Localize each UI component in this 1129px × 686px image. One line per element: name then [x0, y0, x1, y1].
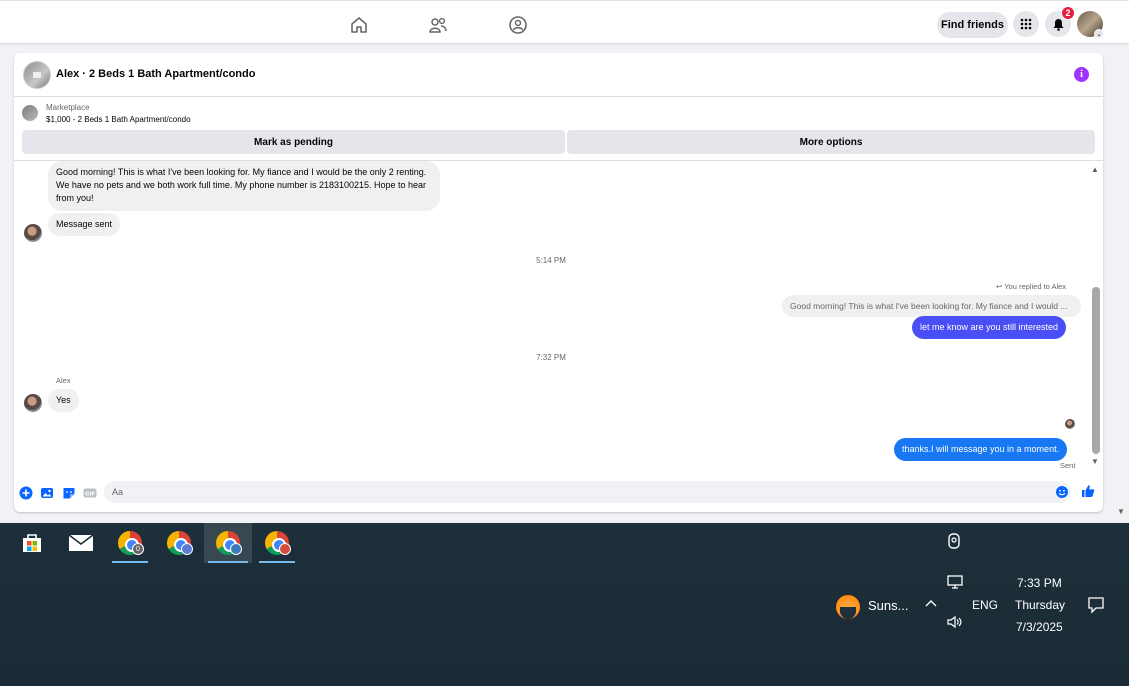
emoji-icon[interactable] [1055, 485, 1069, 499]
home-icon[interactable] [349, 15, 369, 35]
clock-day[interactable]: Thursday [1015, 598, 1065, 612]
chrome-profile-avatar-icon [230, 543, 242, 555]
menu-grid-icon[interactable] [1013, 11, 1039, 37]
mark-as-pending-button[interactable]: Mark as pending [22, 130, 565, 154]
notification-count-badge: 2 [1061, 6, 1075, 20]
running-indicator [259, 561, 295, 563]
scroll-thumb[interactable] [1092, 287, 1100, 454]
chrome-profile-avatar-icon [181, 543, 193, 555]
incoming-message: Good morning! This is what I've been loo… [48, 161, 440, 211]
groups-icon[interactable] [508, 15, 528, 35]
chat-header: Alex · 2 Beds 1 Bath Apartment/condo i [14, 53, 1103, 97]
listing-thumbnail[interactable] [23, 61, 51, 89]
sender-avatar[interactable] [24, 224, 42, 242]
gif-icon[interactable]: GIF [83, 486, 97, 500]
find-friends-button[interactable]: Find friends [937, 12, 1008, 38]
weather-sunny-icon[interactable] [836, 595, 860, 619]
chrome-profile-badge: 0 [132, 543, 144, 555]
chrome-profile-2[interactable] [204, 523, 252, 563]
input-language[interactable]: ENG [972, 598, 998, 612]
show-hidden-icons-chevron-icon[interactable] [924, 597, 938, 611]
chrome-profile-1[interactable] [157, 523, 201, 563]
replied-label: You replied to Alex [1004, 282, 1067, 291]
sender-name: Alex [56, 376, 71, 385]
clock-time[interactable]: 7:33 PM [1017, 576, 1062, 590]
message-thread: Good morning! This is what I've been loo… [14, 161, 1103, 475]
chat-title[interactable]: Alex · 2 Beds 1 Bath Apartment/condo [56, 68, 255, 80]
listing-price-title[interactable]: $1,000 - 2 Beds 1 Bath Apartment/condo [46, 115, 191, 124]
thumbs-up-icon[interactable] [1081, 484, 1095, 498]
sender-avatar[interactable] [24, 394, 42, 412]
add-plus-icon[interactable] [19, 486, 33, 500]
sticker-icon[interactable] [62, 486, 76, 500]
outgoing-message: let me know are you still interested [912, 316, 1067, 339]
friends-icon[interactable] [428, 15, 448, 35]
message-composer: GIF [14, 480, 1103, 512]
network-icon[interactable] [947, 575, 963, 594]
message-timestamp: 5:14 PM [536, 256, 566, 265]
account-chevron-down-icon[interactable]: ⌄ [1094, 29, 1104, 39]
running-indicator [112, 561, 148, 563]
outgoing-message: thanks.I will message you in a moment. [894, 438, 1068, 461]
mail-icon[interactable] [59, 523, 103, 563]
marketplace-listing-bar: Marketplace $1,000 - 2 Beds 1 Bath Apart… [14, 97, 1103, 161]
scroll-up-icon[interactable]: ▲ [1091, 165, 1099, 174]
reply-indicator: ↩︎ You replied to Alex [996, 282, 1066, 291]
marketplace-chat-panel: Alex · 2 Beds 1 Bath Apartment/condo i M… [14, 53, 1103, 512]
chrome-profile-0[interactable]: 0 [108, 523, 152, 563]
message-input[interactable] [104, 481, 1071, 503]
incoming-message: Yes [48, 389, 79, 412]
more-options-button[interactable]: More options [567, 130, 1095, 154]
marketplace-label: Marketplace [46, 103, 90, 112]
page-scroll-down-icon[interactable]: ▼ [1117, 507, 1125, 516]
chrome-profile-avatar-icon [279, 543, 291, 555]
weather-label[interactable]: Suns... [868, 598, 908, 613]
scroll-down-icon[interactable]: ▼ [1091, 457, 1099, 466]
clock-date[interactable]: 7/3/2025 [1016, 620, 1063, 634]
top-nav-bar: Find friends 2 ⌄ [0, 0, 1129, 43]
quoted-message[interactable]: Good morning! This is what I've been loo… [782, 295, 1081, 317]
meet-now-icon[interactable] [946, 533, 962, 554]
reply-arrow-icon: ↩︎ [996, 282, 1005, 291]
photo-icon[interactable] [40, 486, 54, 500]
chrome-profile-3[interactable] [255, 523, 299, 563]
windows-taskbar: 0 Suns... ENG 7:33 PM Thursday 7/3/2025 [0, 523, 1129, 686]
info-icon[interactable]: i [1074, 67, 1089, 82]
thread-scrollbar[interactable]: ▲ ▼ [1089, 161, 1103, 473]
svg-text:GIF: GIF [85, 492, 96, 498]
message-status: Sent [1060, 461, 1076, 470]
listing-small-thumbnail [22, 105, 38, 121]
action-center-icon[interactable] [1087, 596, 1105, 619]
volume-icon[interactable] [946, 615, 964, 634]
store-icon[interactable] [10, 523, 54, 563]
incoming-message: Message sent [48, 213, 121, 236]
running-indicator [208, 561, 248, 563]
seen-avatar [1065, 419, 1075, 429]
message-timestamp: 7:32 PM [536, 353, 566, 362]
